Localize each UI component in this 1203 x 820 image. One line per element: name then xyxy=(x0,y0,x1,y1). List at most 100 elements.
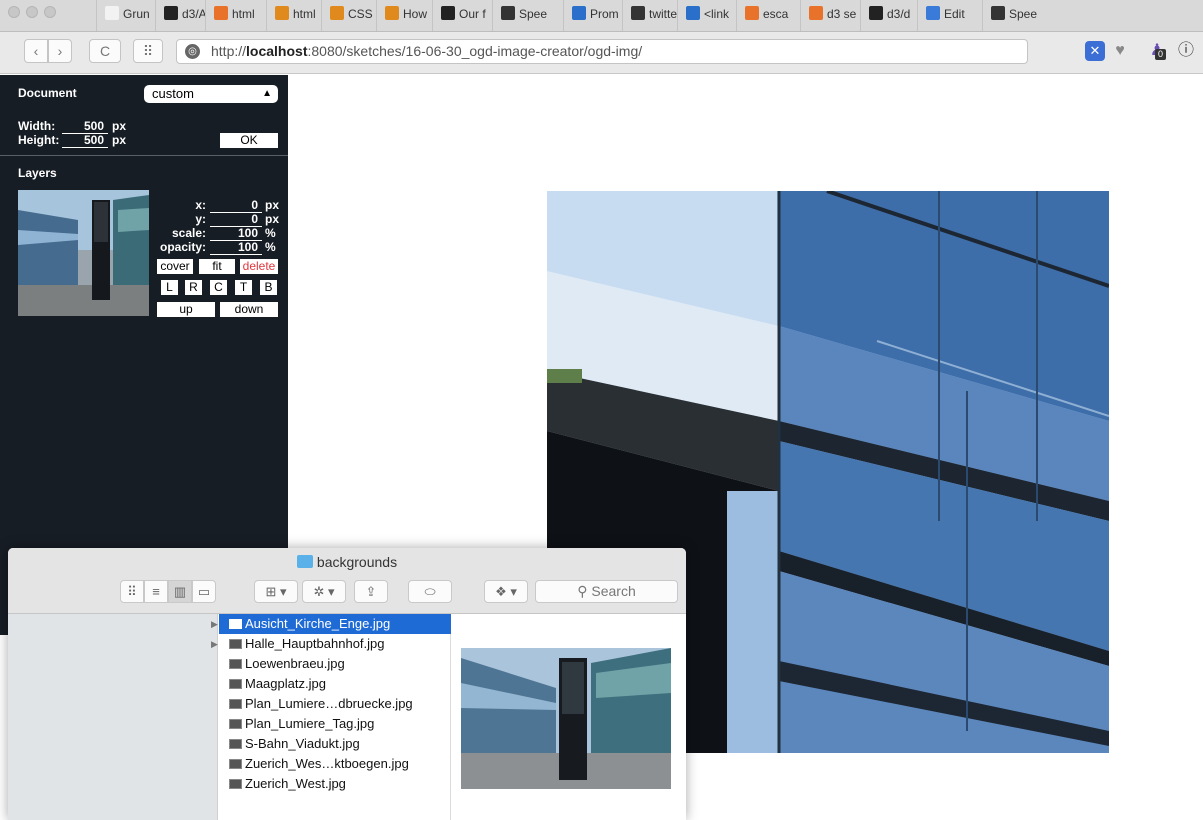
tags-button[interactable]: ⬭ xyxy=(408,580,452,603)
apps-button[interactable]: ⠿ xyxy=(133,39,163,63)
column-view-button[interactable]: ▥ xyxy=(168,580,192,603)
disclosure-triangle-icon[interactable]: ▶ xyxy=(211,634,218,654)
browser-tab-label: How xyxy=(403,7,428,21)
width-label: Width: xyxy=(18,119,56,133)
share-button[interactable]: ⇪ xyxy=(354,580,388,603)
minimize-window-button[interactable] xyxy=(26,6,38,18)
select-arrows-icon: ▲ xyxy=(262,88,272,99)
arrange-menu-button[interactable]: ⊞ ▾ xyxy=(254,580,298,603)
firefox-icon xyxy=(809,6,823,20)
align-center-button[interactable]: C xyxy=(210,280,227,295)
heart-icon[interactable]: ♥ xyxy=(1110,41,1130,61)
file-row[interactable]: Plan_Lumiere_Tag.jpg xyxy=(219,714,451,734)
reload-button[interactable]: C xyxy=(89,39,121,63)
browser-tab[interactable]: Grun xyxy=(96,0,155,31)
align-bottom-button[interactable]: B xyxy=(260,280,277,295)
letter-c-icon xyxy=(631,6,645,20)
browser-tab[interactable]: html xyxy=(205,0,266,31)
zoom-window-button[interactable] xyxy=(44,6,56,18)
browser-tab[interactable]: d3/A xyxy=(155,0,205,31)
align-top-button[interactable]: T xyxy=(235,280,252,295)
fit-button[interactable]: fit xyxy=(199,259,235,274)
disclosure-triangle-icon[interactable]: ▶ xyxy=(211,614,218,634)
tab-bar: Grun d3/A html html CSS How Our f Spee Prom twitt… xyxy=(0,0,1203,32)
y-input[interactable]: 0 xyxy=(210,212,262,227)
back-button[interactable]: ‹ xyxy=(24,39,48,63)
width-input[interactable]: 500 xyxy=(62,119,108,134)
align-right-button[interactable]: R xyxy=(185,280,202,295)
finder-search-field[interactable]: ⚲ Search xyxy=(535,580,678,603)
browser-tab[interactable]: Our f xyxy=(432,0,492,31)
shield-extension-icon[interactable]: ✕ xyxy=(1085,41,1105,61)
browser-tab[interactable]: Edit xyxy=(917,0,982,31)
file-name: Zuerich_Wes…ktboegen.jpg xyxy=(245,756,409,771)
file-row[interactable]: Zuerich_West.jpg xyxy=(219,774,451,794)
file-row[interactable]: ▶ Halle_Hauptbahnhof.jpg xyxy=(211,634,451,654)
info-icon[interactable]: ⓘ xyxy=(1176,41,1196,61)
firefox-icon xyxy=(745,6,759,20)
browser-tab-label: html xyxy=(293,7,316,21)
file-row[interactable]: Loewenbraeu.jpg xyxy=(219,654,451,674)
height-label: Height: xyxy=(18,133,60,147)
folder-icon xyxy=(296,555,313,568)
browser-tab-label: Spee xyxy=(1009,7,1038,21)
browser-tab[interactable]: <link xyxy=(677,0,736,31)
file-row[interactable]: S-Bahn_Viadukt.jpg xyxy=(219,734,451,754)
browser-tab[interactable]: esca xyxy=(736,0,800,31)
browser-tab-label: Spee xyxy=(519,7,548,21)
layer-thumbnail[interactable] xyxy=(18,190,149,316)
ok-button[interactable]: OK xyxy=(220,133,278,148)
browser-tab[interactable]: How xyxy=(376,0,432,31)
opacity-input[interactable]: 100 xyxy=(210,240,262,255)
code-icon xyxy=(441,6,455,20)
file-name: Loewenbraeu.jpg xyxy=(245,656,345,671)
browser-tab[interactable]: d3/d xyxy=(860,0,917,31)
browser-tab-label: Our f xyxy=(459,7,486,21)
image-file-icon xyxy=(229,619,242,629)
layer-down-button[interactable]: down xyxy=(220,302,278,317)
delete-button[interactable]: delete xyxy=(240,259,278,274)
browser-tab[interactable]: twitte xyxy=(622,0,677,31)
stackoverflow-icon xyxy=(330,6,344,20)
browser-tab-label: Edit xyxy=(944,7,965,21)
ghostery-icon[interactable]: 0♟ xyxy=(1147,41,1167,61)
layer-up-button[interactable]: up xyxy=(157,302,215,317)
browser-tab[interactable]: Prom xyxy=(563,0,622,31)
align-left-button[interactable]: L xyxy=(161,280,178,295)
browser-tab[interactable]: Spee xyxy=(982,0,1042,31)
file-name: S-Bahn_Viadukt.jpg xyxy=(245,736,360,751)
scale-input[interactable]: 100 xyxy=(210,226,262,241)
image-file-icon xyxy=(229,699,242,709)
file-row[interactable]: Zuerich_Wes…ktboegen.jpg xyxy=(219,754,451,774)
browser-tab-label: d3/d xyxy=(887,7,911,21)
address-bar[interactable]: ◎ http://localhost:8080/sketches/16-06-3… xyxy=(176,39,1028,64)
close-window-button[interactable] xyxy=(8,6,20,18)
y-label: y: xyxy=(195,212,206,226)
image-file-icon xyxy=(229,759,242,769)
file-row[interactable]: ▶ Ausicht_Kirche_Enge.jpg xyxy=(211,614,451,634)
list-view-button[interactable]: ≡ xyxy=(144,580,168,603)
cover-flow-button[interactable]: ▭ xyxy=(192,580,216,603)
finder-title-text: backgrounds xyxy=(316,554,398,570)
browser-tab[interactable]: d3 se xyxy=(800,0,860,31)
browser-tab[interactable]: html xyxy=(266,0,321,31)
dropbox-menu-button[interactable]: ❖ ▾ xyxy=(484,580,528,603)
file-row[interactable]: Maagplatz.jpg xyxy=(219,674,451,694)
image-file-icon xyxy=(229,639,242,649)
browser-tab-label: twitte xyxy=(649,7,677,21)
forward-button[interactable]: › xyxy=(48,39,72,63)
browser-tab[interactable]: CSS xyxy=(321,0,376,31)
image-file-icon xyxy=(229,659,242,669)
url-host: localhost xyxy=(246,43,308,59)
document-preset-select[interactable]: custom ▲ xyxy=(144,85,278,103)
url-prefix: http:// xyxy=(211,43,247,59)
height-input[interactable]: 500 xyxy=(62,133,108,148)
icon-view-button[interactable]: ⠿ xyxy=(120,580,144,603)
x-label: x: xyxy=(195,198,206,212)
x-input[interactable]: 0 xyxy=(210,198,262,213)
browser-tab[interactable]: Spee xyxy=(492,0,563,31)
cover-button[interactable]: cover xyxy=(157,259,193,274)
image-file-icon xyxy=(229,719,242,729)
file-row[interactable]: Plan_Lumiere…dbruecke.jpg xyxy=(219,694,451,714)
action-menu-button[interactable]: ✲ ▾ xyxy=(302,580,346,603)
